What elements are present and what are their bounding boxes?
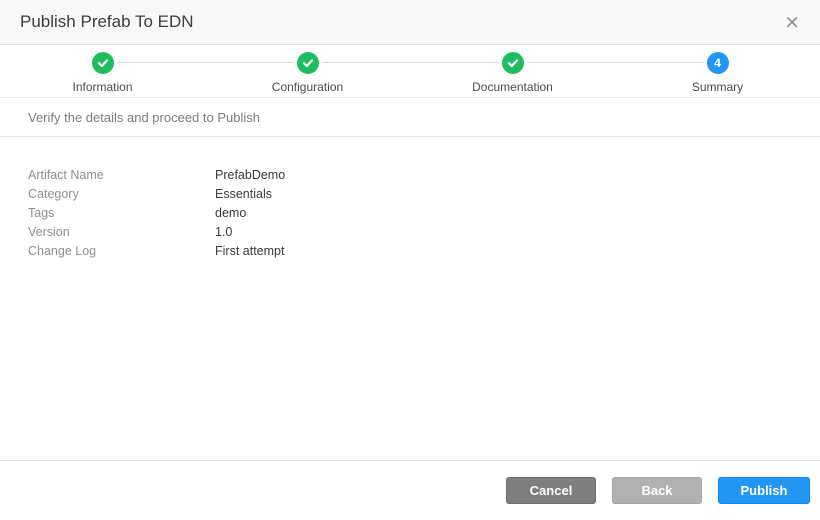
- summary-row-label: Tags: [28, 204, 215, 223]
- step-completed-check-icon: [92, 52, 114, 74]
- dialog-footer: Cancel Back Publish: [0, 460, 820, 520]
- stepper-step-information[interactable]: Information: [0, 45, 205, 97]
- summary-row-label: Version: [28, 223, 215, 242]
- wizard-stepper: Information Configuration Documentation …: [0, 45, 820, 98]
- step-completed-check-icon: [297, 52, 319, 74]
- step-label: Configuration: [272, 80, 343, 94]
- stepper-step-summary[interactable]: 4 Summary: [615, 45, 820, 97]
- dialog-title: Publish Prefab To EDN: [20, 12, 780, 32]
- summary-row-value: Essentials: [215, 185, 272, 204]
- summary-row-value: PrefabDemo: [215, 166, 285, 185]
- back-button[interactable]: Back: [612, 477, 702, 504]
- summary-row-label: Category: [28, 185, 215, 204]
- summary-row-artifact-name: Artifact Name PrefabDemo: [28, 166, 820, 185]
- summary-row-value: First attempt: [215, 242, 284, 261]
- verify-message: Verify the details and proceed to Publis…: [28, 110, 260, 125]
- step-label: Documentation: [472, 80, 553, 94]
- close-icon[interactable]: ×: [780, 11, 804, 34]
- cancel-button[interactable]: Cancel: [506, 477, 596, 504]
- summary-row-change-log: Change Log First attempt: [28, 242, 820, 261]
- summary-content: Artifact Name PrefabDemo Category Essent…: [0, 137, 820, 460]
- summary-row-category: Category Essentials: [28, 185, 820, 204]
- publish-button[interactable]: Publish: [718, 477, 810, 504]
- step-active-number-badge: 4: [707, 52, 729, 74]
- step-label: Information: [72, 80, 132, 94]
- summary-row-tags: Tags demo: [28, 204, 820, 223]
- summary-row-value: demo: [215, 204, 246, 223]
- summary-row-label: Change Log: [28, 242, 215, 261]
- summary-row-value: 1.0: [215, 223, 232, 242]
- step-label: Summary: [692, 80, 743, 94]
- stepper-step-documentation[interactable]: Documentation: [410, 45, 615, 97]
- step-number: 4: [714, 56, 721, 70]
- stepper-step-configuration[interactable]: Configuration: [205, 45, 410, 97]
- step-completed-check-icon: [502, 52, 524, 74]
- publish-prefab-dialog: Publish Prefab To EDN × Information Conf…: [0, 0, 820, 520]
- message-bar: Verify the details and proceed to Publis…: [0, 98, 820, 137]
- dialog-header: Publish Prefab To EDN ×: [0, 0, 820, 45]
- summary-row-label: Artifact Name: [28, 166, 215, 185]
- summary-row-version: Version 1.0: [28, 223, 820, 242]
